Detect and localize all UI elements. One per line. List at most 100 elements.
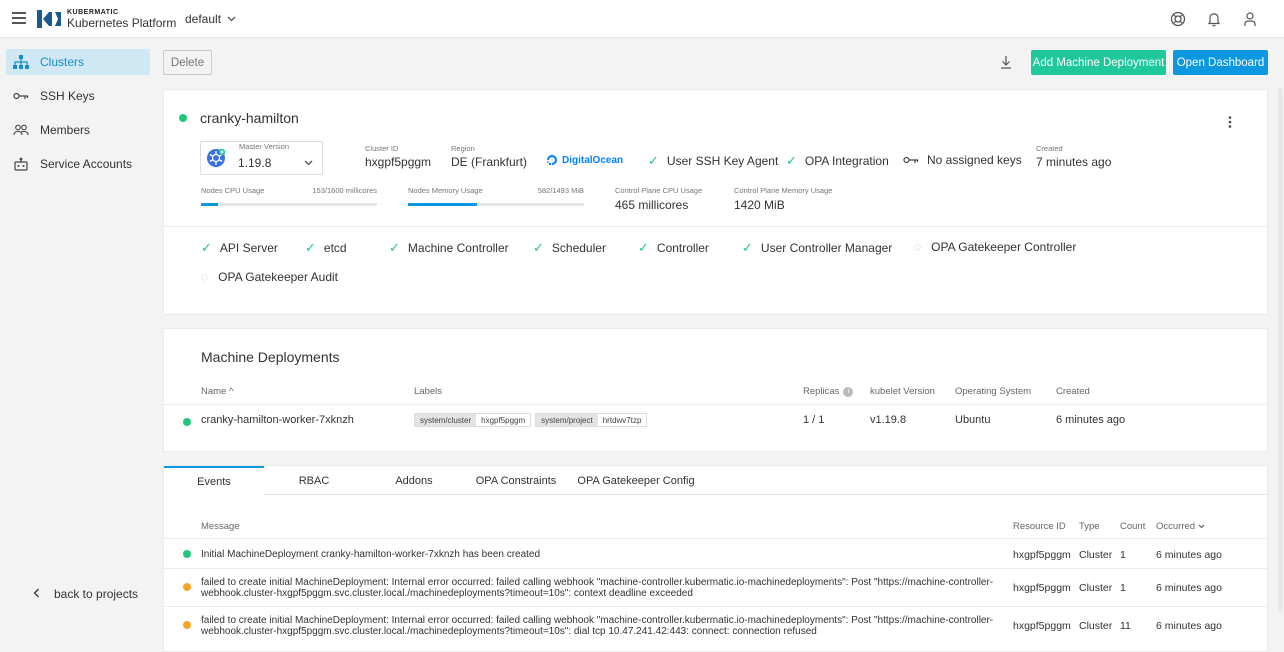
label-value: hxgpf5pggm [476,415,531,425]
md-kubelet: v1.19.8 [870,414,907,426]
event-status-dot [183,550,191,558]
event-occurred: 6 minutes ago [1156,549,1222,561]
sidebar-item-ssh-keys[interactable]: SSH Keys [6,83,150,109]
event-type: Cluster [1079,582,1113,594]
master-version-label: Master Version [239,142,290,151]
event-occurred: 6 minutes ago [1156,620,1222,632]
health-label: Machine Controller [407,241,509,255]
replicas-header-label: Replicas [803,386,840,397]
health-opa-gatekeeper-controller: ◌ OPA Gatekeeper Controller [914,240,1076,254]
ssh-agent-label: User SSH Key Agent [666,154,779,168]
health-opa-gatekeeper-audit: ◌ OPA Gatekeeper Audit [201,270,338,284]
md-labels: system/cluster hxgpf5pggm system/project h… [414,413,651,427]
sidebar-item-label: Members [40,123,91,137]
check-icon: ✓ [638,240,649,255]
master-version-value: 1.19.8 [238,156,272,170]
health-scheduler: ✓ Scheduler [533,240,606,256]
column-replicas-header: Replicas i [803,386,854,397]
back-to-projects-link[interactable]: back to projects [33,587,138,601]
column-kubelet-header: kubelet Version [870,386,935,397]
health-label: User Controller Manager [760,241,893,255]
sidebar-item-members[interactable]: Members [6,117,150,143]
check-icon: ✓ [305,240,316,255]
tab-rbac[interactable]: RBAC [264,466,364,495]
label-chip: system/project hrtdwv7tzp [535,413,648,427]
project-selector[interactable]: default [185,12,236,26]
project-name: default [185,12,222,26]
check-icon: ✓ [648,153,659,168]
members-icon [12,124,30,136]
clusters-icon [12,55,30,69]
column-os-header: Operating System [955,386,1032,397]
tab-opa-constraints[interactable]: OPA Constraints [464,466,568,495]
cluster-id-value: hxgpf5pggm [365,155,432,169]
opa-integration-status: ✓ OPA Integration [786,153,889,169]
machine-deployments-card: Machine Deployments Name ^ Labels Replic… [163,328,1269,452]
provider-badge: DigitalOcean [546,154,623,166]
account-icon[interactable] [1240,9,1260,29]
master-version-select[interactable]: Master Version 1.19.8 [200,141,323,175]
logo[interactable]: KUBERMATIC Kubernetes Platform [37,8,176,30]
event-resource: hxgpf5pggm [1013,620,1071,632]
cluster-name: cranky-hamilton [200,110,299,126]
spinner-icon: ◌ [201,270,209,284]
open-dashboard-button[interactable]: Open Dashboard [1173,50,1268,75]
check-icon: ✓ [533,240,544,255]
md-replicas: 1 / 1 [803,414,825,426]
event-type: Cluster [1079,549,1113,561]
download-icon[interactable] [999,55,1013,69]
health-controller: ✓ Controller [638,240,709,256]
table-row[interactable]: cranky-hamilton-worker-7xknzh system/clu… [164,404,1269,436]
column-occurred-header[interactable]: Occurred [1156,521,1205,532]
created-value: 7 minutes ago [1036,155,1112,169]
event-status-dot [183,583,191,591]
tab-opa-gatekeeper-config[interactable]: OPA Gatekeeper Config [568,466,704,495]
nodes-memory-value: 582/1493 MiB [537,186,584,195]
cluster-card: cranky-hamilton Master Version 1.19.8 Cl… [163,89,1269,315]
label-chip: system/cluster hxgpf5pggm [414,413,532,427]
table-row: failed to create initial MachineDeployme… [164,606,1269,646]
menu-icon[interactable] [12,12,26,24]
help-icon[interactable] [1168,9,1188,29]
label-key: system/cluster [415,414,477,426]
kubermatic-logo-icon [37,10,61,28]
tab-events[interactable]: Events [164,466,264,495]
more-options-icon[interactable] [1227,115,1233,129]
sort-down-icon [1198,524,1205,529]
column-message-header: Message [201,521,240,532]
chevron-down-icon [227,14,236,25]
sidebar-item-service-accounts[interactable]: Service Accounts [6,151,150,177]
add-machine-deployment-button[interactable]: Add Machine Deployment [1031,50,1166,75]
provider-name: DigitalOcean [562,154,624,166]
column-created-header: Created [1056,386,1090,397]
notifications-icon[interactable] [1204,9,1224,29]
opa-integration-label: OPA Integration [804,154,889,168]
divider [164,226,1269,227]
event-resource: hxgpf5pggm [1013,582,1071,594]
nodes-cpu-progress [201,203,377,206]
digitalocean-icon [546,154,558,166]
cluster-status-dot [179,114,187,122]
event-status-dot [183,621,191,629]
created-label: Created [1036,144,1063,153]
delete-button[interactable]: Delete [163,50,212,75]
page-scrollbar[interactable] [1278,88,1283,612]
sidebar-item-clusters[interactable]: Clusters [6,49,150,75]
event-count: 1 [1120,582,1126,594]
md-name: cranky-hamilton-worker-7xknzh [201,414,354,426]
robot-icon [12,157,30,171]
event-message: Initial MachineDeployment cranky-hamilto… [201,549,541,560]
spinner-icon: ◌ [914,240,922,254]
tab-addons[interactable]: Addons [364,466,464,495]
ssh-agent-status: ✓ User SSH Key Agent [648,153,778,169]
machine-deployments-title: Machine Deployments [201,349,340,365]
event-count: 11 [1120,620,1131,632]
event-occurred: 6 minutes ago [1156,582,1222,594]
column-name-header[interactable]: Name ^ [201,386,233,397]
chevron-down-icon [304,155,313,169]
control-plane-memory-label: Control Plane Memory Usage [734,186,833,195]
check-icon: ✓ [389,240,400,255]
event-type: Cluster [1079,620,1113,632]
health-etcd: ✓ etcd [305,240,347,256]
info-icon[interactable]: i [843,386,854,397]
